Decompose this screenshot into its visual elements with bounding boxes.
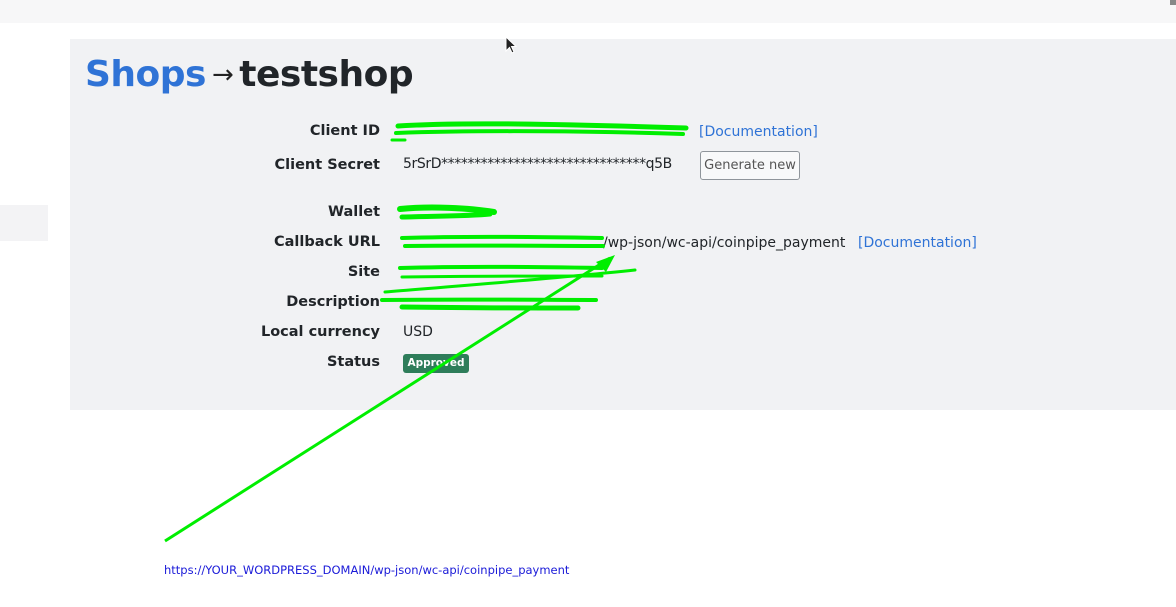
wallet-label: Wallet (328, 204, 380, 220)
mouse-cursor-icon (505, 36, 518, 54)
shops-breadcrumb-link[interactable]: Shops (85, 54, 207, 95)
top-bar (0, 0, 1176, 23)
breadcrumb-arrow: → (212, 60, 234, 90)
site-label: Site (347, 264, 380, 280)
shop-name: testshop (239, 54, 414, 95)
status-label: Status (326, 354, 380, 370)
description-label: Description (286, 294, 380, 310)
generate-new-secret-button[interactable]: Generate new (700, 151, 800, 180)
page-title: Shops → testshop (85, 54, 414, 95)
client-id-documentation-link[interactable]: [Documentation] (699, 124, 818, 140)
client-secret-label: Client Secret (274, 157, 380, 173)
client-secret-value: 5rSrD*******************************q5B (403, 156, 672, 172)
callback-url-value: /wp-json/wc-api/coinpipe_payment (603, 235, 846, 251)
local-currency-label: Local currency (260, 324, 380, 340)
status-badge: Approved (403, 354, 469, 373)
callback-url-documentation-link[interactable]: [Documentation] (858, 235, 977, 251)
local-currency-value: USD (403, 324, 433, 340)
window-corner-mark (1170, 0, 1176, 5)
client-id-label: Client ID (309, 123, 380, 139)
callback-url-annotation: https://YOUR_WORDPRESS_DOMAIN/wp-json/wc… (164, 563, 570, 577)
callback-url-label: Callback URL (274, 234, 380, 250)
left-strip (0, 205, 48, 241)
